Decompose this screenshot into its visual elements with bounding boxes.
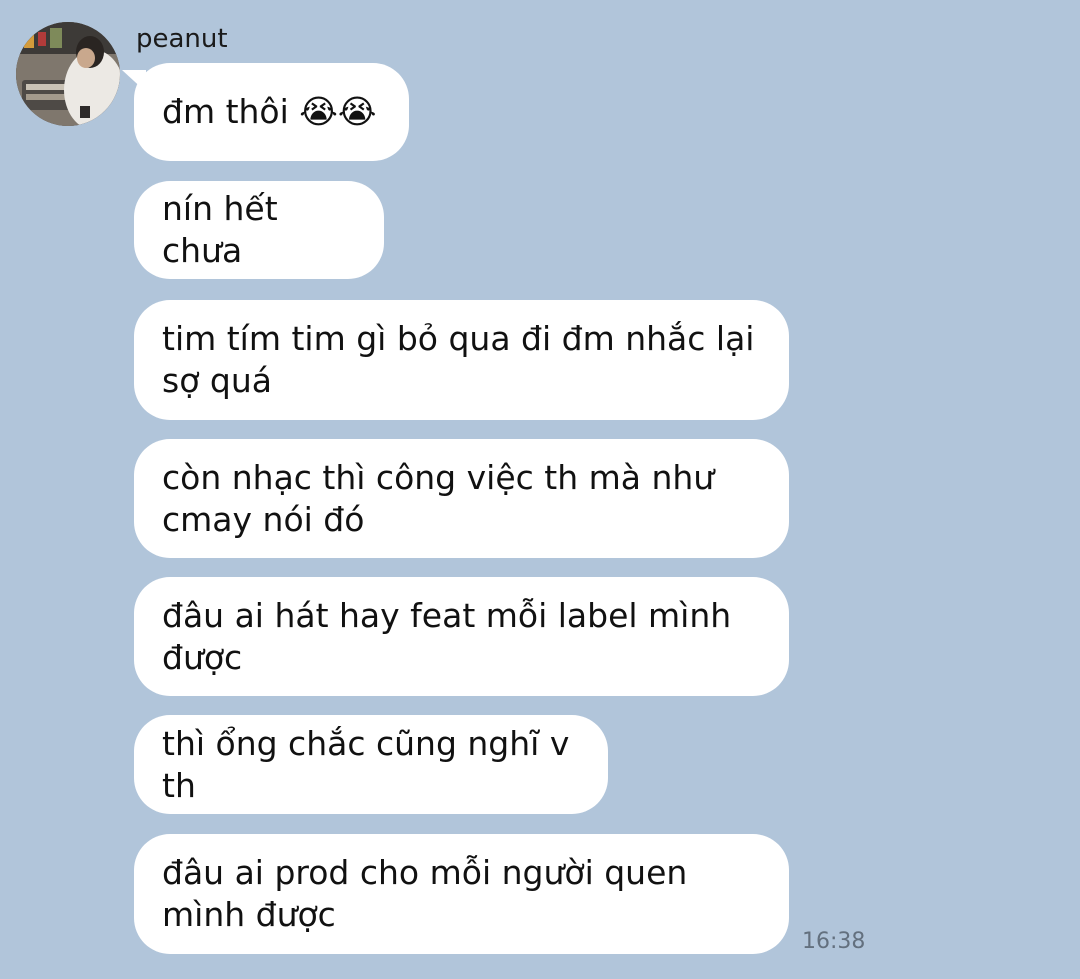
sender-name: peanut	[136, 24, 228, 54]
message-text: thì ổng chắc cũng nghĩ v th	[162, 723, 570, 805]
message-text: đâu ai hát hay feat mỗi label mình được	[162, 595, 732, 677]
message-text: đm thôi 😭😭	[162, 92, 377, 131]
message-bubble[interactable]: đâu ai prod cho mỗi người quen mình được	[134, 834, 789, 954]
message-text: còn nhạc thì công việc th mà như cmay nó…	[162, 457, 715, 539]
avatar-photo-icon	[16, 22, 120, 126]
message-text: nín hết chưa	[162, 189, 278, 270]
message-text: tim tím tim gì bỏ qua đi đm nhắc lại sợ …	[162, 319, 755, 400]
message-bubble[interactable]: thì ổng chắc cũng nghĩ v th	[134, 715, 608, 814]
message-text: đâu ai prod cho mỗi người quen mình được	[162, 853, 688, 934]
avatar[interactable]	[16, 22, 120, 126]
message-bubble[interactable]: tim tím tim gì bỏ qua đi đm nhắc lại sợ …	[134, 300, 789, 420]
message-bubble[interactable]: đm thôi 😭😭	[134, 63, 409, 161]
message-bubble[interactable]: đâu ai hát hay feat mỗi label mình được	[134, 577, 789, 696]
message-bubble[interactable]: nín hết chưa	[134, 181, 384, 279]
message-bubble[interactable]: còn nhạc thì công việc th mà như cmay nó…	[134, 439, 789, 558]
message-timestamp: 16:38	[802, 929, 866, 954]
